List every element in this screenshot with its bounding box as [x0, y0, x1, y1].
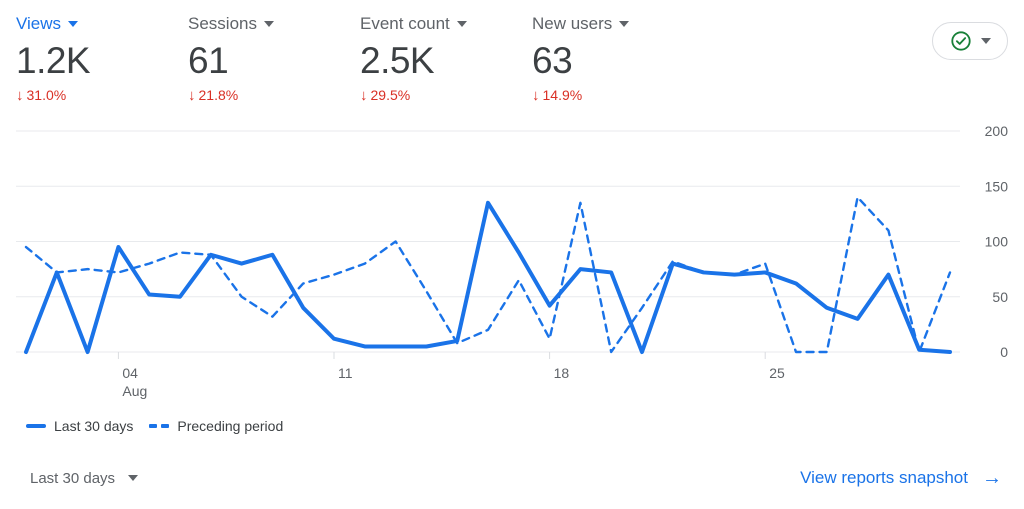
arrow-down-icon: ↓ [188, 86, 196, 104]
view-reports-snapshot-link[interactable]: View reports snapshot → [800, 468, 1002, 488]
y-axis-tick-label: 200 [985, 124, 1009, 139]
metric-selector[interactable]: Sessions [188, 14, 360, 34]
series-line-dashed [24, 196, 952, 354]
metric-card-event-count[interactable]: Event count 2.5K ↓ 29.5% [360, 14, 532, 103]
analytics-summary-card: Views 1.2K ↓ 31.0% Sessions 61 ↓ 21.8% Event cou… [0, 0, 1024, 509]
metric-delta: ↓ 31.0% [16, 87, 188, 103]
status-pill[interactable] [932, 22, 1008, 60]
metric-delta-value: 31.0% [26, 87, 67, 103]
metric-selector[interactable]: Views [16, 14, 188, 34]
trend-chart: 0 50 100 150 200 04 Aug 11 18 25 [0, 124, 1024, 414]
y-axis-tick-label: 100 [985, 234, 1009, 250]
chevron-down-icon[interactable] [128, 475, 139, 481]
date-range-selector[interactable]: Last 30 days [30, 469, 139, 487]
arrow-down-icon: ↓ [16, 86, 24, 104]
y-axis-tick-label: 50 [992, 289, 1008, 305]
metric-card-views[interactable]: Views 1.2K ↓ 31.0% [16, 14, 188, 103]
arrow-right-icon: → [982, 467, 1002, 489]
chart-canvas: 0 50 100 150 200 04 Aug 11 18 25 [16, 124, 1009, 399]
metric-delta-value: 29.5% [370, 87, 411, 103]
legend-swatch-dashed [149, 424, 170, 428]
metric-card-new-users[interactable]: New users 63 ↓ 14.9% [532, 14, 704, 103]
chevron-down-icon[interactable] [619, 21, 630, 27]
metric-delta: ↓ 21.8% [188, 87, 360, 103]
x-axis-tick-label: 25 [769, 365, 785, 381]
x-axis-tick-label: Aug [122, 383, 147, 399]
metric-label: New users [532, 14, 613, 33]
report-link-label: View reports snapshot [800, 468, 968, 487]
legend-item[interactable]: Preceding period [149, 418, 283, 434]
y-axis-tick-label: 150 [985, 178, 1009, 194]
arrow-down-icon: ↓ [532, 86, 540, 104]
legend-item[interactable]: Last 30 days [26, 418, 133, 434]
metric-value: 1.2K [16, 40, 91, 81]
chevron-down-icon[interactable] [263, 21, 274, 27]
metric-delta-value: 14.9% [542, 87, 583, 103]
check-circle-icon [950, 30, 972, 52]
x-axis-tick-label: 18 [554, 365, 570, 381]
metric-label: Sessions [188, 14, 257, 33]
metric-value: 63 [532, 40, 573, 81]
arrow-down-icon: ↓ [360, 86, 368, 104]
chevron-down-icon[interactable] [68, 21, 79, 27]
legend-swatch-solid [26, 424, 46, 428]
metric-selector[interactable]: Event count [360, 14, 532, 34]
chart-legend: Last 30 days Preceding period [26, 418, 283, 434]
card-footer: Last 30 days View reports snapshot → [0, 447, 1024, 509]
metric-label: Views [16, 14, 62, 33]
chevron-down-icon[interactable] [980, 38, 991, 44]
legend-label: Preceding period [177, 418, 284, 434]
metric-delta: ↓ 14.9% [532, 87, 704, 103]
metric-card-sessions[interactable]: Sessions 61 ↓ 21.8% [188, 14, 360, 103]
y-axis-tick-label: 0 [1000, 344, 1008, 360]
x-axis-tick-label: 11 [338, 365, 353, 381]
metric-value: 2.5K [360, 40, 435, 81]
x-axis-tick-label: 04 [122, 365, 138, 381]
chevron-down-icon[interactable] [456, 21, 467, 27]
metric-delta-value: 21.8% [198, 87, 239, 103]
metric-delta: ↓ 29.5% [360, 87, 532, 103]
metric-label: Event count [360, 14, 450, 33]
metric-selector[interactable]: New users [532, 14, 704, 34]
metric-value: 61 [188, 40, 229, 81]
date-range-label: Last 30 days [30, 469, 116, 487]
metrics-row: Views 1.2K ↓ 31.0% Sessions 61 ↓ 21.8% Event cou… [0, 0, 1024, 103]
legend-label: Last 30 days [54, 418, 134, 434]
